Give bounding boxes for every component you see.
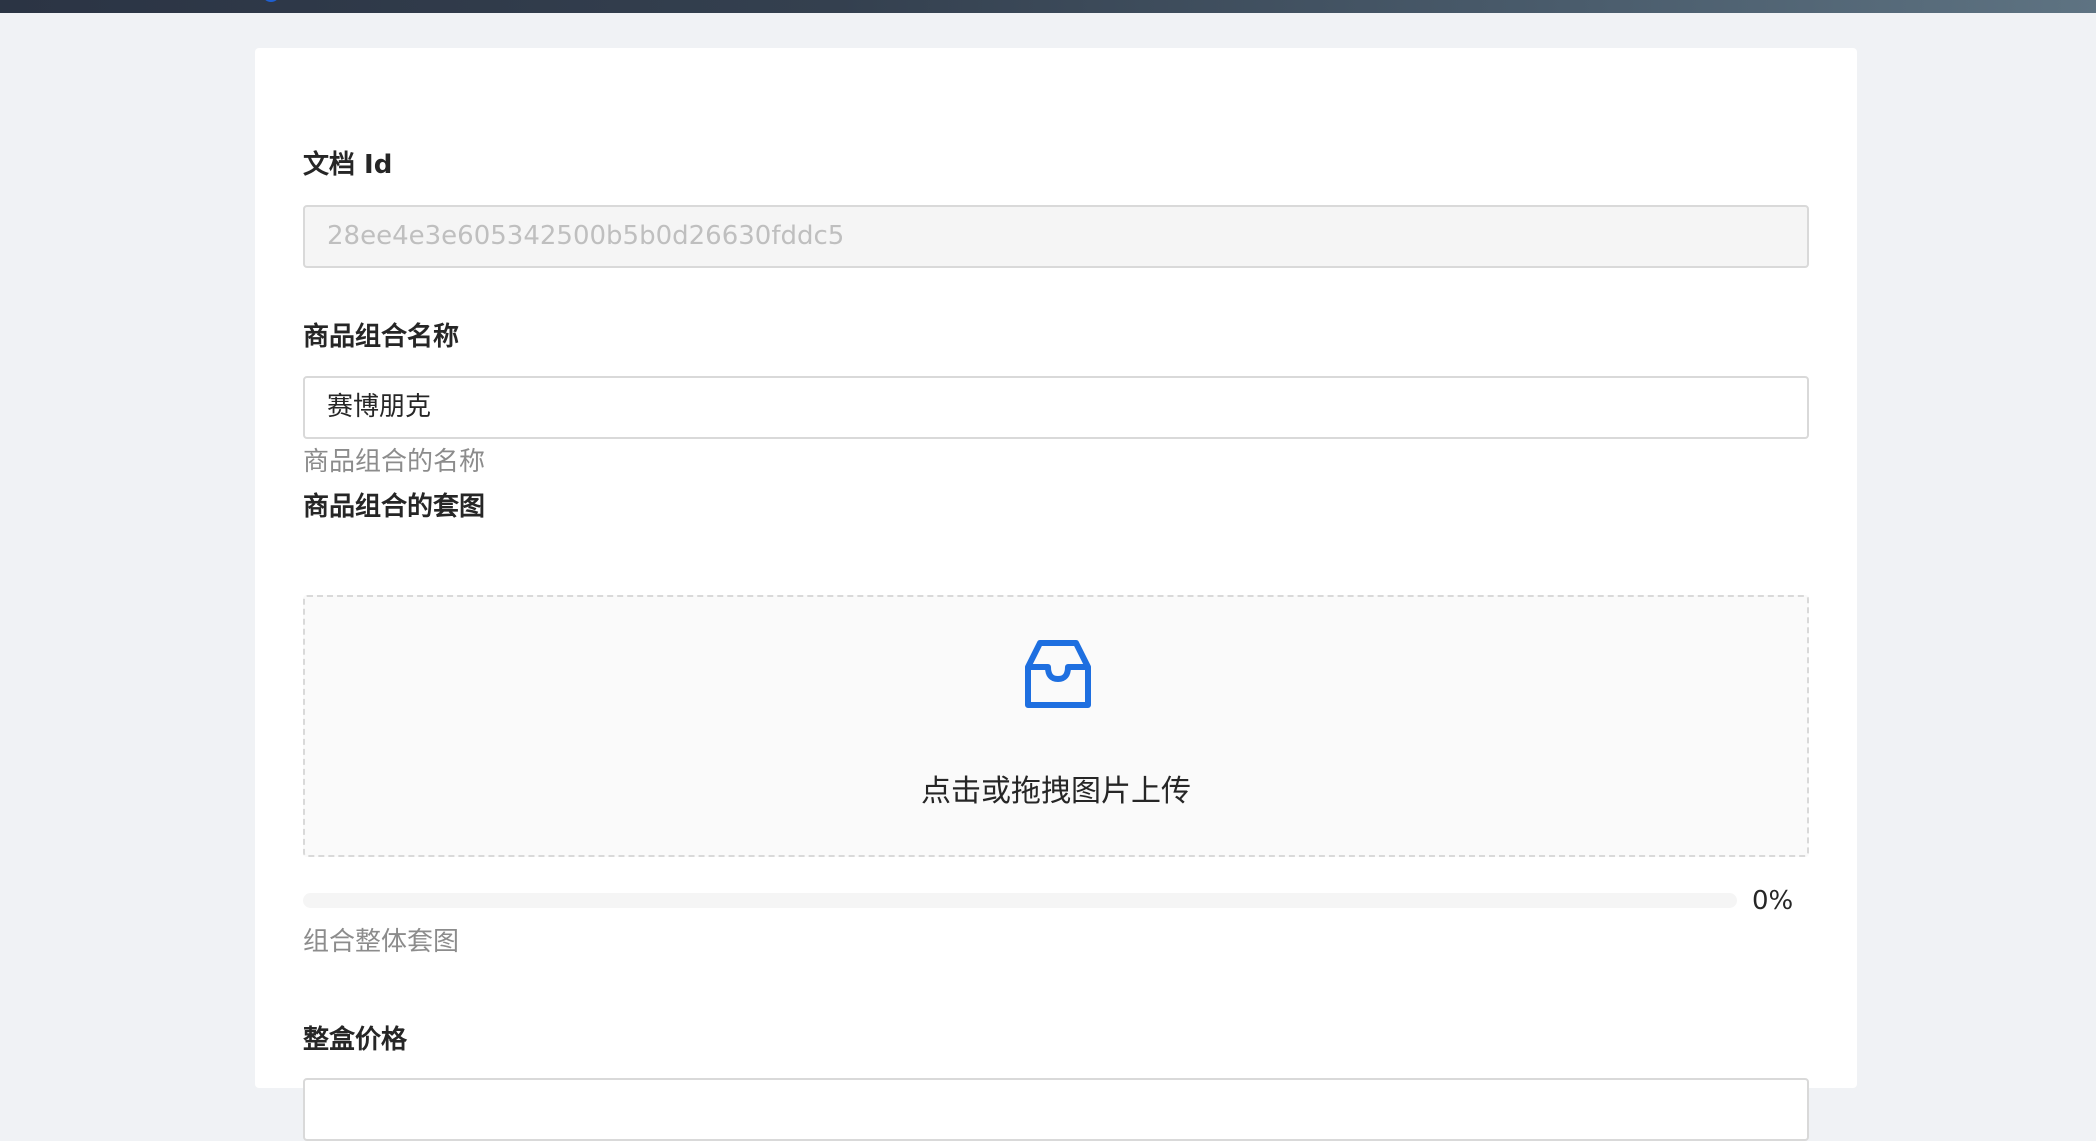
bundle-name-input[interactable]: 赛博朋克 — [303, 376, 1809, 439]
inbox-icon — [1025, 640, 1091, 708]
upload-progress-text: 0% — [1752, 886, 1794, 916]
bundle-name-label: 商品组合名称 — [303, 322, 460, 352]
doc-id-label: 文档 Id — [303, 150, 393, 180]
form-card: 文档 Id 28ee4e3e605342500b5b0d26630fddc5 商… — [255, 48, 1857, 1141]
nav-avatar-icon[interactable] — [262, 0, 284, 13]
upload-progress-bar — [303, 893, 1737, 908]
top-navigation-bar — [0, 0, 2096, 13]
bundle-image-help: 组合整体套图 — [303, 927, 460, 957]
upload-hint-text: 点击或拖拽图片上传 — [921, 774, 1191, 809]
box-price-label: 整盒价格 — [303, 1025, 408, 1055]
image-upload-dropzone[interactable]: 点击或拖拽图片上传 — [303, 595, 1809, 857]
bundle-name-help: 商品组合的名称 — [303, 447, 486, 477]
doc-id-input[interactable]: 28ee4e3e605342500b5b0d26630fddc5 — [303, 205, 1809, 268]
box-price-input[interactable] — [303, 1078, 1809, 1141]
bundle-image-label: 商品组合的套图 — [303, 492, 486, 522]
